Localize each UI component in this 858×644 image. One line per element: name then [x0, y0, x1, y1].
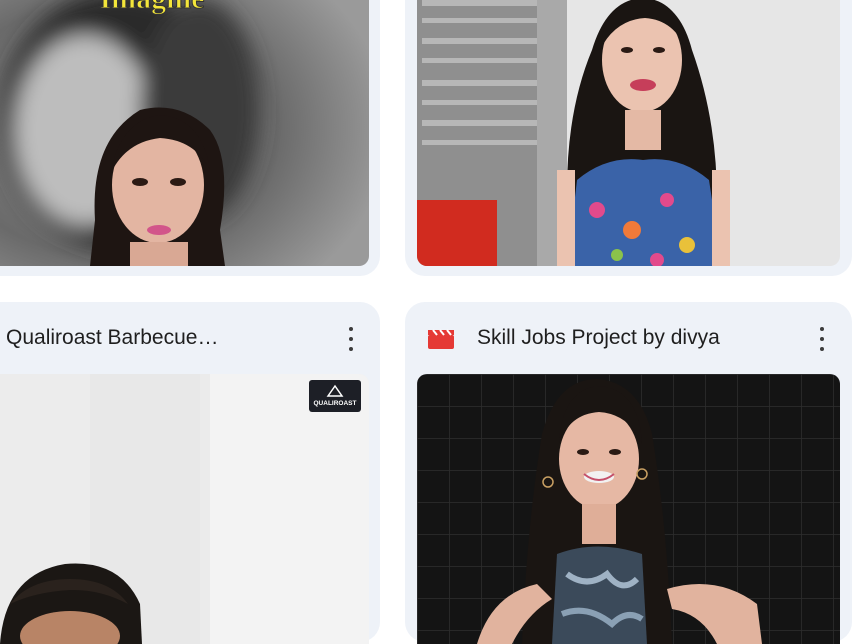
video-card-3[interactable]: Qualiroast Barbecue… QUALIROAST — [0, 302, 380, 644]
thumbnail-image-2 — [417, 0, 840, 266]
thumbnail-image-4 — [417, 374, 840, 644]
video-thumbnail-2[interactable] — [417, 0, 840, 266]
more-vert-icon — [349, 327, 353, 331]
video-thumbnail-1[interactable]: Imagine — [0, 0, 369, 266]
thumbnail-image-1: Imagine — [0, 0, 369, 266]
more-options-button[interactable] — [810, 324, 834, 354]
film-clapper-icon — [428, 329, 454, 349]
qualiroast-logo: QUALIROAST — [309, 380, 361, 412]
video-card-1[interactable]: Imagine — [0, 0, 380, 276]
video-card-2[interactable] — [405, 0, 852, 276]
video-card-4[interactable]: Skill Jobs Project by divya — [405, 302, 852, 644]
thumbnail-text-imagine: Imagine — [100, 0, 205, 15]
svg-text:QUALIROAST: QUALIROAST — [314, 400, 357, 407]
video-thumbnail-3[interactable]: QUALIROAST — [0, 374, 369, 644]
video-title[interactable]: Qualiroast Barbecue… — [6, 326, 296, 350]
video-title[interactable]: Skill Jobs Project by divya — [477, 326, 797, 350]
video-thumbnail-4[interactable] — [417, 374, 840, 644]
more-options-button[interactable] — [339, 324, 363, 354]
thumbnail-image-3: QUALIROAST — [0, 374, 369, 644]
more-vert-icon — [820, 327, 824, 331]
